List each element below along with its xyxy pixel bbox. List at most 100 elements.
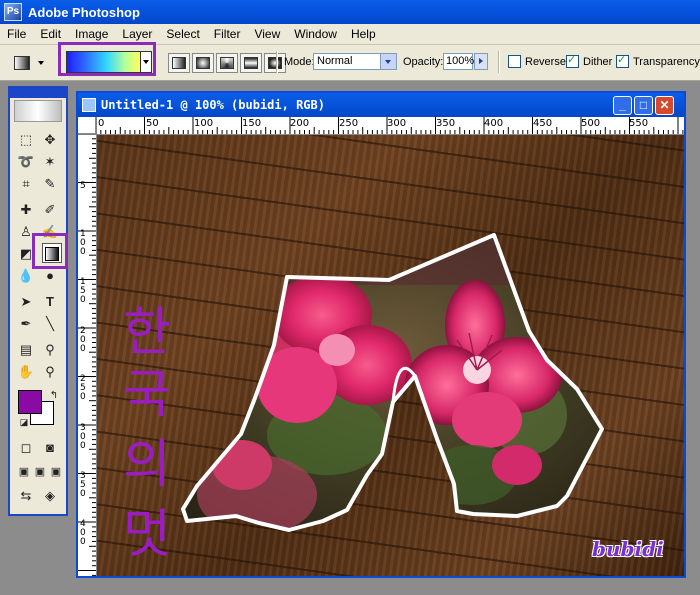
imageready-icon[interactable]: ◈ — [40, 486, 60, 506]
menu-file[interactable]: File — [0, 27, 33, 41]
opacity-slider-button[interactable] — [474, 53, 488, 70]
opacity-input[interactable]: 100% — [443, 53, 474, 70]
menu-layer[interactable]: Layer — [115, 27, 159, 41]
diamond-gradient-button[interactable] — [264, 53, 286, 73]
document-window: Untitled-1 @ 100% (bubidi, RGB) _ □ ✕ 0 … — [76, 91, 686, 578]
ruler-label: 250 — [339, 118, 359, 129]
mode-select[interactable]: Normal — [313, 53, 397, 70]
chevron-down-icon[interactable] — [380, 54, 396, 69]
menu-edit[interactable]: Edit — [33, 27, 68, 41]
dither-checkbox-box[interactable] — [566, 53, 579, 68]
dodge-tool-icon[interactable]: ● — [40, 266, 60, 286]
magic-wand-tool-icon[interactable]: ✶ — [40, 152, 60, 172]
dither-label: Dither — [583, 55, 613, 68]
canvas-text-char: 멋 — [123, 505, 171, 565]
divider — [276, 51, 278, 73]
swap-colors-icon[interactable]: ↰ — [44, 386, 64, 406]
notes-tool-icon[interactable]: ▤ — [16, 340, 36, 360]
ruler-label: 300 — [387, 118, 407, 129]
crop-tool-icon[interactable]: ⌗ — [16, 174, 36, 194]
horizontal-ruler[interactable]: 0 50 100 150 200 250 300 350 400 450 500… — [96, 117, 684, 135]
mode-value: Normal — [317, 55, 353, 67]
photoshop-logo[interactable] — [14, 100, 62, 122]
vertical-ruler[interactable]: 5 1 0 0 1 5 0 2 0 0 2 5 0 3 0 0 3 5 0 4 … — [78, 134, 97, 576]
gradient-dropdown-arrow[interactable] — [140, 52, 151, 72]
line-tool-icon[interactable]: ╲ — [40, 314, 60, 334]
ruler-label: 200 — [290, 118, 310, 129]
brush-tool-icon[interactable]: ✐ — [40, 200, 60, 220]
menu-image[interactable]: Image — [68, 27, 115, 41]
ruler-origin[interactable] — [78, 117, 96, 134]
clone-stamp-tool-icon[interactable]: ♙ — [16, 222, 36, 242]
healing-brush-tool-icon[interactable]: ✚ — [16, 200, 36, 220]
dither-checkbox[interactable]: Dither — [566, 53, 613, 68]
gradient-type-group — [168, 53, 286, 73]
zoom-tool-icon[interactable]: ⚲ — [40, 362, 60, 382]
slice-tool-icon[interactable]: ✎ — [40, 174, 60, 194]
chevron-down-icon — [38, 61, 44, 65]
hand-tool-icon[interactable]: ✋ — [16, 362, 36, 382]
menu-help[interactable]: Help — [344, 27, 383, 41]
reverse-checkbox-box[interactable] — [508, 55, 521, 68]
marquee-tool-icon[interactable]: ⬚ — [16, 130, 36, 150]
gradient-tool-icon — [45, 247, 59, 261]
type-tool-icon[interactable]: T — [40, 292, 60, 312]
gradient-tool-button[interactable] — [42, 243, 62, 263]
image-canvas[interactable]: 한 국 의 멋 bubidi — [97, 135, 684, 576]
ruler-label: 2 5 0 — [80, 374, 86, 402]
ruler-label: 50 — [146, 118, 159, 129]
document-icon[interactable] — [82, 98, 96, 112]
tool-preset-picker[interactable] — [14, 53, 54, 73]
socks-image-layer — [181, 233, 604, 532]
eyedropper-tool-icon[interactable]: ⚲ — [40, 340, 60, 360]
maximize-button[interactable]: □ — [634, 96, 653, 115]
window-title: Adobe Photoshop — [28, 4, 140, 20]
default-colors-icon[interactable]: ◪ — [14, 412, 34, 432]
ruler-label: 5 — [80, 181, 86, 191]
photoshop-app-icon[interactable]: Ps — [4, 3, 22, 21]
linear-gradient-button[interactable] — [168, 53, 190, 73]
canvas-text-char: 의 — [123, 435, 171, 495]
eraser-tool-icon[interactable]: ◩ — [16, 244, 36, 264]
opacity-label: Opacity: — [403, 56, 444, 68]
ruler-label: 100 — [194, 118, 214, 129]
title-bar: Ps Adobe Photoshop — [0, 0, 700, 24]
canvas-text-char: 한 — [123, 303, 171, 363]
menu-view[interactable]: View — [247, 27, 287, 41]
pen-tool-icon[interactable]: ✒ — [16, 314, 36, 334]
toolbox: ⬚ ✥ ➰ ✶ ⌗ ✎ ✚ ✐ ♙ ✍ ◩ 💧 ● ➤ T ✒ ╲ ▤ ⚲ ✋ … — [8, 86, 68, 516]
angle-gradient-button[interactable] — [216, 53, 238, 73]
reverse-checkbox[interactable]: Reverse — [508, 55, 566, 68]
foreground-color-swatch[interactable] — [18, 390, 42, 414]
ruler-label: 3 5 0 — [80, 471, 86, 499]
transparency-checkbox[interactable]: Transparency — [616, 53, 700, 68]
watermark-text: bubidi — [592, 537, 664, 561]
close-button[interactable]: ✕ — [655, 96, 674, 115]
menu-filter[interactable]: Filter — [207, 27, 248, 41]
blur-tool-icon[interactable]: 💧 — [16, 266, 36, 286]
transparency-checkbox-box[interactable] — [616, 53, 629, 68]
minimize-button[interactable]: _ — [613, 96, 632, 115]
quick-mask-mode-icon[interactable]: ◙ — [40, 438, 60, 458]
menu-window[interactable]: Window — [287, 27, 344, 41]
options-bar: Mode: Normal Opacity: 100% Reverse Dithe… — [0, 45, 700, 81]
standard-mode-icon[interactable]: ◻ — [16, 438, 36, 458]
ruler-label: 150 — [242, 118, 262, 129]
radial-gradient-button[interactable] — [192, 53, 214, 73]
ruler-label: 500 — [581, 118, 601, 129]
jump-to-imageready-icon[interactable]: ⇆ — [16, 486, 36, 506]
reflected-gradient-button[interactable] — [240, 53, 262, 73]
reverse-label: Reverse — [525, 55, 566, 68]
full-screen-mode-icon[interactable]: ▣ — [46, 462, 66, 482]
gradient-swatch[interactable] — [67, 52, 140, 72]
gradient-picker[interactable] — [66, 51, 152, 73]
lasso-tool-icon[interactable]: ➰ — [16, 152, 36, 172]
move-tool-icon[interactable]: ✥ — [40, 130, 60, 150]
path-selection-tool-icon[interactable]: ➤ — [16, 292, 36, 312]
divider — [498, 51, 500, 73]
toolbox-title-bar[interactable] — [10, 88, 66, 98]
history-brush-tool-icon[interactable]: ✍ — [40, 222, 60, 242]
menu-select[interactable]: Select — [159, 27, 206, 41]
document-title-bar[interactable]: Untitled-1 @ 100% (bubidi, RGB) — [78, 93, 684, 117]
ruler-label: 1 0 0 — [80, 229, 86, 257]
